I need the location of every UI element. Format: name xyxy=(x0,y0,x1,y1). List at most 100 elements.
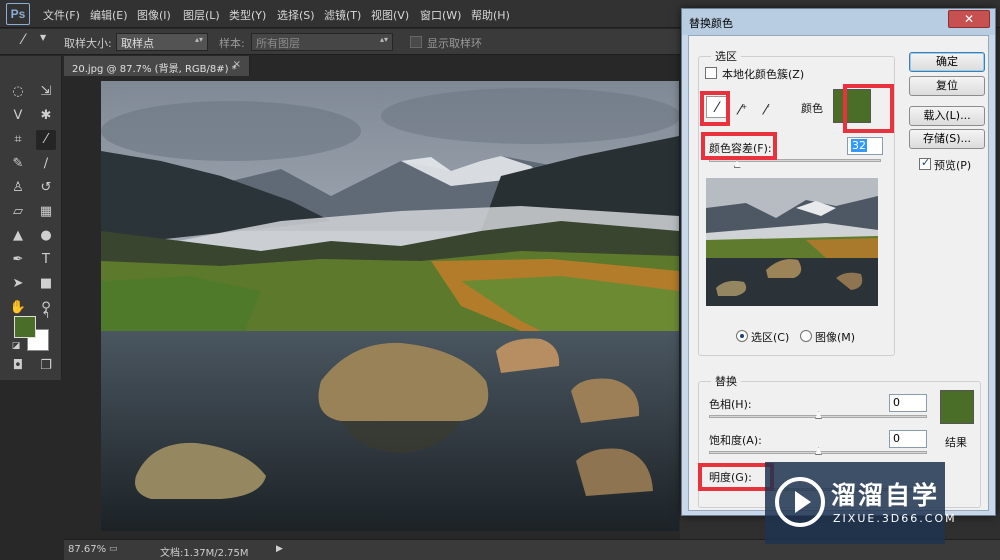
localized-clusters-label: 本地化颜色簇(Z) xyxy=(722,68,805,81)
hue-value: 0 xyxy=(893,396,900,409)
highlight-lightness xyxy=(698,463,774,491)
canvas-area[interactable] xyxy=(64,77,680,537)
close-icon[interactable]: ✕ xyxy=(948,10,990,28)
result-color-swatch[interactable] xyxy=(940,390,974,424)
blur-tool-icon[interactable]: ▲ xyxy=(8,226,28,246)
highlight-eyedropper xyxy=(700,91,730,126)
color-label: 颜色 xyxy=(801,102,823,115)
dodge-tool-icon[interactable]: ● xyxy=(36,226,56,246)
select-arrows-icon: ▴▾ xyxy=(194,35,203,44)
dialog-body: 选区 本地化颜色簇(Z) ⁄ ⁄+ ⁄- 颜色 颜色容差(F): 32 选区(C… xyxy=(688,35,989,511)
replacement-legend: 替换 xyxy=(711,373,741,389)
watermark: 溜溜自学 ZIXUE.3D66.COM xyxy=(765,462,955,544)
fuzziness-input[interactable]: 32 xyxy=(847,137,883,155)
hand-tool-icon[interactable]: ✋ xyxy=(8,298,28,318)
document-title: 20.jpg @ 87.7% (背景, RGB/8#) * xyxy=(72,64,237,75)
tools-panel: ◌ ⇲ ᐯ ✱ ⌗ ⁄ ✎ ∕ ♙ ↺ ▱ ▦ ▲ ● ✒ T ➤ ■ ✋ ⚲ … xyxy=(0,56,62,380)
rectangle-tool-icon[interactable]: ■ xyxy=(36,274,56,294)
watermark-url: ZIXUE.3D66.COM xyxy=(833,512,957,525)
view-selection-radio[interactable] xyxy=(736,330,748,342)
sample-label: 样本: xyxy=(219,37,245,50)
localized-clusters-checkbox[interactable] xyxy=(705,67,717,79)
menu-layer[interactable]: 图层(L) xyxy=(183,7,220,23)
eyedropper-minus-icon[interactable]: ⁄- xyxy=(756,96,778,119)
result-label: 结果 xyxy=(945,436,967,449)
tool-preset-chevron-icon[interactable]: ▼ xyxy=(40,33,46,42)
screen-mode-icon[interactable]: ❐ xyxy=(36,356,56,376)
brush-tool-icon[interactable]: ∕ xyxy=(36,154,56,174)
options-bar: ⁄ ▼ 取样大小: 取样点 ▴▾ 样本: 所有图层 ▴▾ 显示取样环 xyxy=(0,29,680,55)
healing-brush-tool-icon[interactable]: ✎ xyxy=(8,154,28,174)
replace-color-dialog: 替换颜色 ✕ 选区 本地化颜色簇(Z) ⁄ ⁄+ ⁄- 颜色 颜色容差(F): … xyxy=(681,8,996,516)
zoom-level[interactable]: 87.67% xyxy=(68,544,106,555)
saturation-label: 饱和度(A): xyxy=(709,434,762,447)
type-tool-icon[interactable]: T xyxy=(36,250,56,270)
foreground-color-swatch[interactable] xyxy=(14,316,36,338)
load-button[interactable]: 载入(L)... xyxy=(909,106,985,126)
document-tab[interactable]: 20.jpg @ 87.7% (背景, RGB/8#) * × xyxy=(64,56,250,76)
menu-file[interactable]: 文件(F) xyxy=(43,7,80,23)
eyedropper-plus-icon[interactable]: ⁄+ xyxy=(732,96,754,119)
sample-value: 所有图层 xyxy=(256,37,300,50)
selection-preview xyxy=(706,178,878,306)
sample-size-select[interactable]: 取样点 ▴▾ xyxy=(116,33,208,51)
history-brush-tool-icon[interactable]: ↺ xyxy=(36,178,56,198)
default-colors-icon[interactable]: ◪ xyxy=(10,340,22,352)
sample-size-label: 取样大小: xyxy=(64,37,112,50)
landscape-photo xyxy=(101,81,679,531)
menu-select[interactable]: 选择(S) xyxy=(277,7,315,23)
ok-button[interactable]: 确定 xyxy=(909,52,985,72)
save-button[interactable]: 存储(S)... xyxy=(909,129,985,149)
view-image-radio[interactable] xyxy=(800,330,812,342)
eyedropper-icon[interactable]: ⁄ xyxy=(22,32,24,48)
menu-window[interactable]: 窗口(W) xyxy=(420,7,461,23)
play-logo-icon xyxy=(775,477,825,527)
hue-input[interactable]: 0 xyxy=(889,394,927,412)
dialog-title: 替换颜色 xyxy=(689,17,733,30)
preview-checkbox[interactable] xyxy=(919,156,931,170)
clone-stamp-tool-icon[interactable]: ♙ xyxy=(8,178,28,198)
magic-wand-tool-icon[interactable]: ✱ xyxy=(36,106,56,126)
saturation-input[interactable]: 0 xyxy=(889,430,927,448)
marquee-tool-icon[interactable]: ◌ xyxy=(8,82,28,102)
eraser-tool-icon[interactable]: ▱ xyxy=(8,202,28,222)
menu-edit[interactable]: 编辑(E) xyxy=(90,7,128,23)
swap-colors-icon[interactable]: ↰ xyxy=(40,310,52,322)
menu-type[interactable]: 类型(Y) xyxy=(229,7,266,23)
quick-mask-icon[interactable]: ◘ xyxy=(8,356,28,376)
reset-button[interactable]: 复位 xyxy=(909,76,985,96)
lasso-tool-icon[interactable]: ᐯ xyxy=(8,106,28,126)
move-tool-icon[interactable]: ⇲ xyxy=(36,82,56,102)
view-image-label: 图像(M) xyxy=(815,331,856,344)
watermark-name: 溜溜自学 xyxy=(831,481,940,510)
play-icon xyxy=(795,491,811,513)
menu-image[interactable]: 图像(I) xyxy=(137,7,171,23)
gradient-tool-icon[interactable]: ▦ xyxy=(36,202,56,222)
path-selection-tool-icon[interactable]: ➤ xyxy=(8,274,28,294)
show-ring-label: 显示取样环 xyxy=(427,37,482,50)
crop-tool-icon[interactable]: ⌗ xyxy=(8,130,28,150)
sample-size-value: 取样点 xyxy=(121,37,154,50)
highlight-fuzziness xyxy=(701,132,777,160)
close-icon[interactable]: × xyxy=(233,59,241,70)
fuzziness-value: 32 xyxy=(851,139,867,152)
document-info: 文档:1.37M/2.75M xyxy=(160,548,249,559)
select-arrows-icon: ▴▾ xyxy=(379,35,388,44)
photoshop-logo: Ps xyxy=(6,3,30,25)
view-selection-label: 选区(C) xyxy=(751,331,790,344)
highlight-color-swatch xyxy=(843,84,894,133)
menu-help[interactable]: 帮助(H) xyxy=(471,7,510,23)
pen-tool-icon[interactable]: ✒ xyxy=(8,250,28,270)
menu-filter[interactable]: 滤镜(T) xyxy=(324,7,361,23)
show-ring-checkbox[interactable] xyxy=(410,36,422,48)
preview-label: 预览(P) xyxy=(934,159,972,172)
menu-view[interactable]: 视图(V) xyxy=(371,7,409,23)
hue-label: 色相(H): xyxy=(709,398,752,411)
dialog-titlebar[interactable]: 替换颜色 ✕ xyxy=(682,9,995,35)
eyedropper-tool-icon[interactable]: ⁄ xyxy=(36,130,56,150)
status-menu-arrow-icon[interactable]: ▶ xyxy=(276,544,283,554)
sample-select[interactable]: 所有图层 ▴▾ xyxy=(251,33,393,51)
saturation-value: 0 xyxy=(893,432,900,445)
status-view-icon[interactable]: ▭ xyxy=(109,544,118,554)
selection-legend: 选区 xyxy=(711,48,741,64)
